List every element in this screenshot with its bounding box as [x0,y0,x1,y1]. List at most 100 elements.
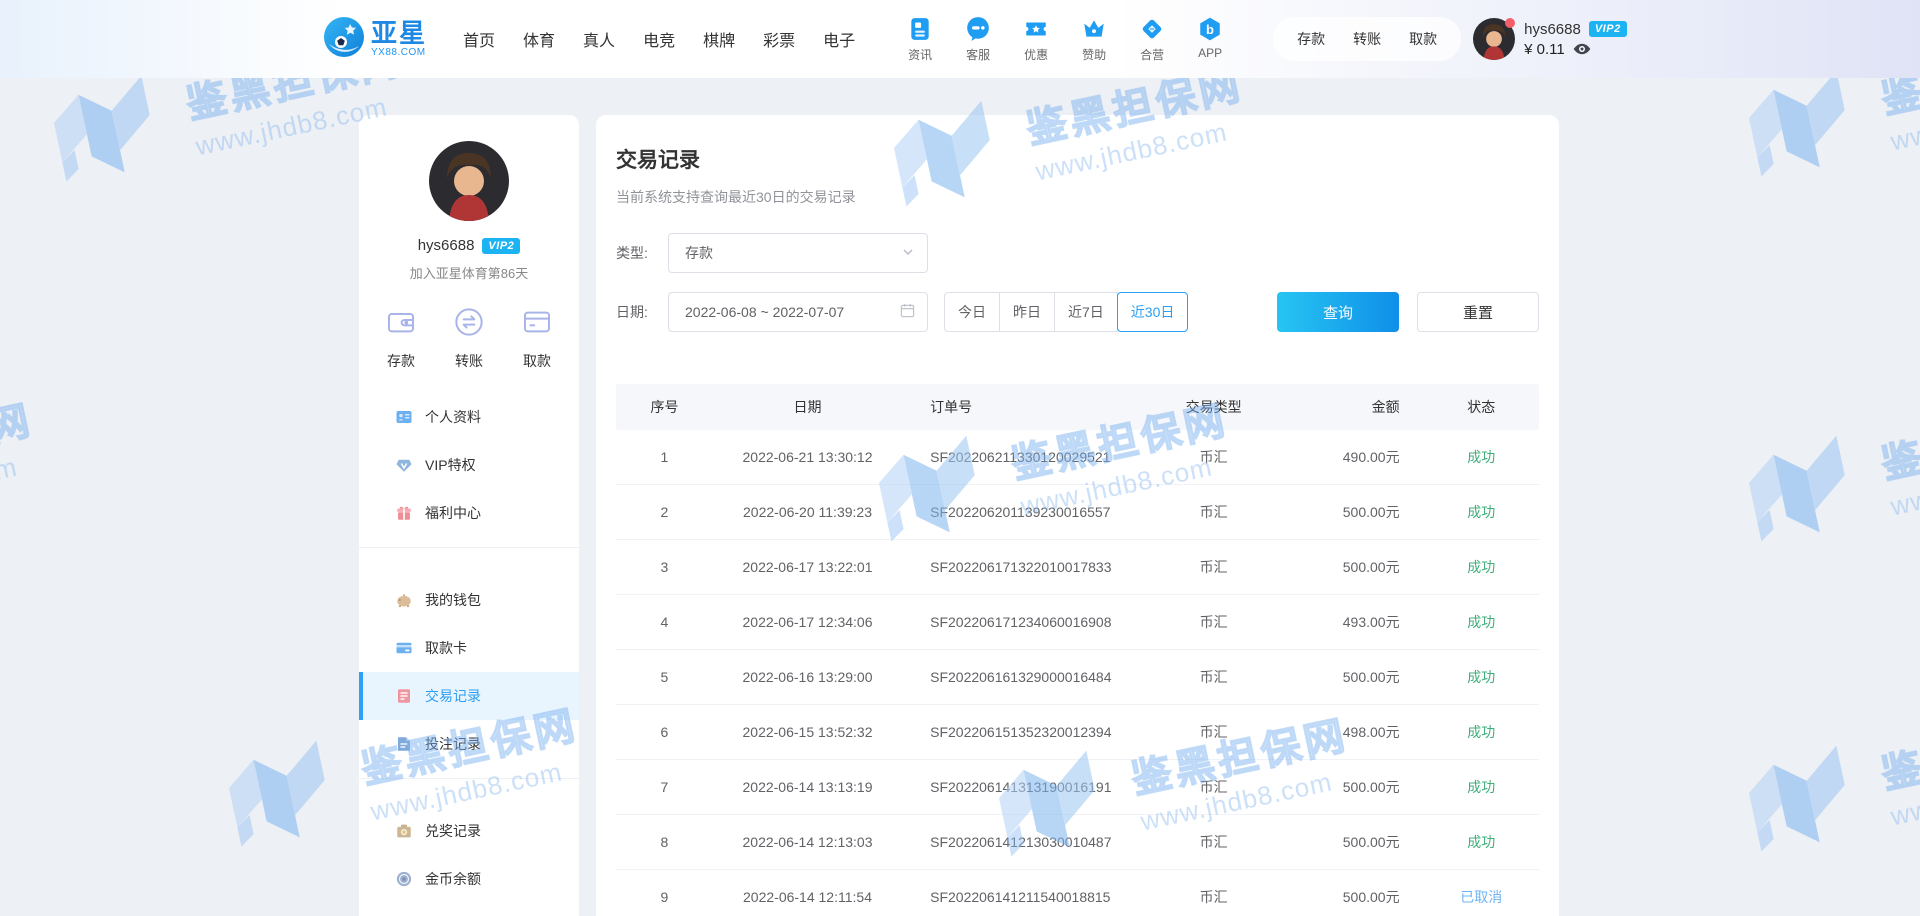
nav-shortcut-label: 优惠 [1024,46,1048,63]
table-cell: 490.00元 [1304,447,1424,467]
table-cell: 2022-06-20 11:39:23 [713,504,902,520]
top-navbar: 亚星 YX88.COM 首页 体育 真人 电竞 棋牌 彩票 电子 资讯 客服 优惠 赞助 合营 bAP… [0,0,1920,78]
nav-shortcut-优惠[interactable]: 优惠 [1021,16,1051,63]
table-cell: 币汇 [1124,667,1304,687]
wallet-action-取款[interactable]: 取款 [1395,21,1451,57]
quick-action-取款[interactable]: 取款 [521,306,553,371]
table-cell: 2022-06-17 13:22:01 [713,559,902,575]
bet-record-icon [395,735,413,753]
range-button-近30日[interactable]: 近30日 [1117,292,1189,332]
sidebar-item-兑奖记录[interactable]: 兑奖记录 [359,807,579,855]
eye-icon[interactable] [1573,42,1591,56]
table-cell: 6 [616,724,713,740]
nav-link-电子[interactable]: 电子 [823,27,855,51]
my-wallet-icon [395,591,413,609]
wallet-actions-pill: 存款转账取款 [1273,17,1461,61]
quick-action-存款[interactable]: 存款 [385,306,417,371]
sidebar-item-label: 个人资料 [425,407,481,427]
nav-link-真人[interactable]: 真人 [583,27,615,51]
nav-link-彩票[interactable]: 彩票 [763,27,795,51]
sidebar-item-label: 投注记录 [425,734,481,754]
sidebar-menu: 个人资料 VIP特权福利中心我的钱包取款卡交易记录投注记录兑奖记录金币余额消息中心… [359,393,579,916]
watermark-title: 鉴黑担保网 [0,387,38,489]
query-button[interactable]: 查询 [1277,292,1399,332]
nav-shortcut-赞助[interactable]: 赞助 [1079,16,1109,63]
status-text: 成功 [1424,502,1539,522]
partner-icon [1139,16,1165,42]
page-subtitle: 当前系统支持查询最近30日的交易记录 [616,187,1539,207]
sidebar-item-投注记录[interactable]: 投注记录 [359,720,579,768]
table-cell: 8 [616,834,713,850]
table-cell: 493.00元 [1304,612,1424,632]
watermark-title: 鉴黑担保网 [1875,697,1920,799]
table-cell: SF202206171322010017833 [902,559,1124,575]
nav-icon-shortcuts: 资讯 客服 优惠 赞助 合营 bAPP [905,16,1225,63]
sidebar-item-label: 金币余额 [425,869,481,889]
quick-action-label: 存款 [387,351,415,371]
transfer-icon [453,306,485,343]
nav-shortcut-label: 赞助 [1082,46,1106,63]
chevron-down-icon [901,245,915,262]
nav-shortcut-资讯[interactable]: 资讯 [905,16,935,63]
table-cell: 2022-06-21 13:30:12 [713,449,902,465]
table-cell: SF202206161329000016484 [902,669,1124,685]
transactions-table-body: 12022-06-21 13:30:12SF202206211330120029… [616,430,1539,916]
table-cell: SF202206141211540018815 [902,889,1124,905]
reset-button[interactable]: 重置 [1417,292,1539,332]
prize-record-icon [395,822,413,840]
sidebar-item-label: 兑奖记录 [425,821,481,841]
date-range-input[interactable]: 2022-06-08 ~ 2022-07-07 [668,292,928,332]
sidebar-item-取款卡[interactable]: 取款卡 [359,624,579,672]
watermark-title: 鉴黑担保网 [1875,387,1920,489]
join-days-text: 加入亚星体育第86天 [359,263,579,282]
table-cell: 2022-06-17 12:34:06 [713,614,902,630]
table-cell: 币汇 [1124,612,1304,632]
sidebar-item-label: 取款卡 [425,638,467,658]
username: hys6688 [1524,21,1581,38]
nav-shortcut-合营[interactable]: 合营 [1137,16,1167,63]
wallet-action-转账[interactable]: 转账 [1339,21,1395,57]
column-header: 金额 [1304,397,1424,417]
table-cell: 4 [616,614,713,630]
nav-shortcut-客服[interactable]: 客服 [963,16,993,63]
table-cell: 2 [616,504,713,520]
range-button-今日[interactable]: 今日 [944,292,1000,332]
avatar[interactable] [1473,18,1515,60]
transactions-table: 序号日期订单号交易类型金额状态 12022-06-21 13:30:12SF20… [616,384,1539,916]
column-header: 订单号 [902,397,1124,417]
sidebar-item-个人资料[interactable]: 个人资料 [359,393,579,441]
welfare-icon [395,504,413,522]
nav-shortcut-label: 客服 [966,46,990,63]
nav-link-棋牌[interactable]: 棋牌 [703,27,735,51]
nav-shortcut-label: 资讯 [908,46,932,63]
nav-link-电竞[interactable]: 电竞 [643,27,675,51]
range-button-昨日[interactable]: 昨日 [999,292,1055,332]
nav-link-体育[interactable]: 体育 [523,27,555,51]
wallet-action-存款[interactable]: 存款 [1283,21,1339,57]
sidebar-item-VIP特权[interactable]: VIP特权 [359,441,579,489]
sponsor-icon [1081,16,1107,42]
quick-action-转账[interactable]: 转账 [453,306,485,371]
menu-divider [359,778,579,779]
type-select[interactable]: 存款 [668,233,928,273]
sidebar-item-金币余额[interactable]: 金币余额 [359,855,579,903]
range-button-近7日[interactable]: 近7日 [1054,292,1118,332]
sidebar-item-消息中心[interactable]: 消息中心51 [359,903,579,916]
nav-link-首页[interactable]: 首页 [463,27,495,51]
sidebar-item-label: 交易记录 [425,686,481,706]
site-logo[interactable]: 亚星 YX88.COM [323,16,427,63]
table-cell: SF202206211330120029521 [902,449,1124,465]
calendar-icon [900,303,915,321]
table-cell: SF202206151352320012394 [902,724,1124,740]
table-cell: 3 [616,559,713,575]
sidebar-item-福利中心[interactable]: 福利中心 [359,489,579,537]
sidebar-item-交易记录[interactable]: 交易记录 [359,672,579,720]
table-row: 22022-06-20 11:39:23SF202206201139230016… [616,485,1539,540]
vip-badge: VIP2 [1589,21,1627,37]
menu-divider [359,547,579,548]
sidebar-item-我的钱包[interactable]: 我的钱包 [359,576,579,624]
table-row: 82022-06-14 12:13:03SF202206141213030010… [616,815,1539,870]
nav-shortcut-APP[interactable]: bAPP [1195,16,1225,63]
column-header: 状态 [1424,397,1539,417]
watermark-url: www.jhdb8.com [1888,81,1920,157]
